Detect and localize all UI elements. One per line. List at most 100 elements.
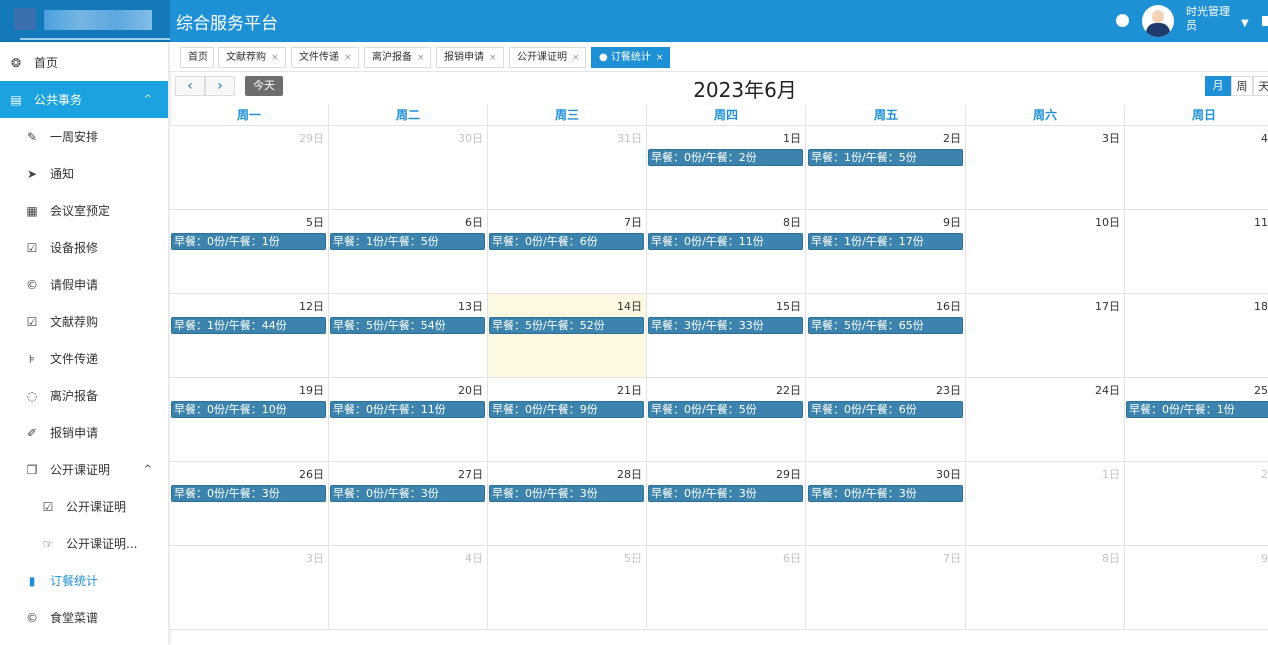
view-month-button[interactable]: 月 [1205, 76, 1231, 96]
sidebar-item-10[interactable]: ✐ 报销申请 [0, 414, 168, 451]
meal-order-event[interactable]: 早餐：0份/午餐：10份 [171, 401, 326, 418]
sidebar-item-2[interactable]: ✎ 一周安排 [0, 118, 168, 155]
close-tab-icon[interactable]: × [656, 53, 664, 63]
day-cell[interactable]: 8日 [966, 546, 1125, 630]
day-cell[interactable]: 4日 [1125, 126, 1268, 210]
day-cell[interactable]: 5日 早餐：0份/午餐：1份 [170, 210, 329, 294]
sidebar-item-0[interactable]: ❂ 首页 [0, 44, 168, 81]
sidebar-item-12[interactable]: ☑ 公开课证明 [0, 488, 168, 525]
day-cell[interactable]: 15日 早餐：3份/午餐：33份 [647, 294, 806, 378]
meal-order-event[interactable]: 早餐：0份/午餐：6份 [808, 401, 963, 418]
day-cell[interactable]: 24日 [966, 378, 1125, 462]
meal-order-event[interactable]: 早餐：0份/午餐：3份 [648, 485, 803, 502]
tab-5[interactable]: 公开课证明 × [509, 47, 586, 68]
tab-3[interactable]: 离沪报备 × [364, 47, 431, 68]
day-cell[interactable]: 6日 早餐：1份/午餐：5份 [329, 210, 488, 294]
sidebar-item-8[interactable]: ⊧ 文件传递 [0, 340, 168, 377]
day-cell[interactable]: 7日 早餐：0份/午餐：6份 [488, 210, 647, 294]
close-tab-icon[interactable]: × [489, 53, 497, 63]
day-cell[interactable]: 18日 [1125, 294, 1268, 378]
tab-6[interactable]: ● 订餐统计 × [591, 47, 670, 68]
day-cell[interactable]: 29日 [170, 126, 329, 210]
meal-order-event[interactable]: 早餐：5份/午餐：52份 [489, 317, 644, 334]
day-cell[interactable]: 11日 [1125, 210, 1268, 294]
sidebar-item-9[interactable]: ◌ 离沪报备 [0, 377, 168, 414]
day-cell[interactable]: 2日 早餐：1份/午餐：5份 [807, 126, 966, 210]
tab-4[interactable]: 报销申请 × [436, 47, 504, 68]
sidebar-item-5[interactable]: ☑ 设备报修 [0, 229, 168, 266]
sidebar-item-1[interactable]: ▤ 公共事务 ^ [0, 81, 168, 118]
day-cell[interactable]: 30日 [329, 126, 488, 210]
sidebar-item-7[interactable]: ☑ 文献荐购 [0, 303, 168, 340]
day-cell[interactable]: 4日 [329, 546, 488, 630]
meal-order-event[interactable]: 早餐：0份/午餐：2份 [648, 149, 803, 166]
meal-order-event[interactable]: 早餐：0份/午餐：9份 [489, 401, 644, 418]
day-cell[interactable]: 3日 [170, 546, 329, 630]
meal-order-event[interactable]: 早餐：0份/午餐：5份 [648, 401, 803, 418]
prev-month-button[interactable]: ‹ [175, 76, 205, 96]
day-cell[interactable]: 6日 [647, 546, 806, 630]
sidebar-item-3[interactable]: ➤ 通知 [0, 155, 168, 192]
sidebar-item-14[interactable]: ▮ 订餐统计 [0, 562, 168, 599]
logo-area[interactable] [0, 0, 170, 42]
meal-order-event[interactable]: 早餐：0份/午餐：1份 [171, 233, 326, 250]
tab-1[interactable]: 文献荐购 × [218, 47, 286, 68]
day-cell[interactable]: 10日 [966, 210, 1125, 294]
day-cell-today[interactable]: 14日 早餐：5份/午餐：52份 [488, 294, 647, 378]
day-cell[interactable]: 9日 [1125, 546, 1268, 630]
day-cell[interactable]: 30日 早餐：0份/午餐：3份 [807, 462, 966, 546]
sidebar-item-4[interactable]: ▦ 会议室预定 [0, 192, 168, 229]
meal-order-event[interactable]: 早餐：0份/午餐：1份 [1126, 401, 1268, 418]
meal-order-event[interactable]: 早餐：5份/午餐：54份 [330, 317, 485, 334]
day-cell[interactable]: 17日 [966, 294, 1125, 378]
day-cell[interactable]: 28日 早餐：0份/午餐：3份 [488, 462, 647, 546]
today-button[interactable]: 今天 [245, 76, 283, 96]
day-cell[interactable]: 20日 早餐：0份/午餐：11份 [329, 378, 488, 462]
meal-order-event[interactable]: 早餐：0份/午餐：3份 [808, 485, 963, 502]
day-cell[interactable]: 31日 [488, 126, 647, 210]
day-cell[interactable]: 25日早餐：0份/午餐：1份 [1125, 378, 1268, 462]
day-cell[interactable]: 23日 早餐：0份/午餐：6份 [807, 378, 966, 462]
day-cell[interactable]: 16日 早餐：5份/午餐：65份 [807, 294, 966, 378]
day-cell[interactable]: 5日 [488, 546, 647, 630]
meal-order-event[interactable]: 早餐：1份/午餐：5份 [808, 149, 963, 166]
meal-order-event[interactable]: 早餐：0份/午餐：3份 [330, 485, 485, 502]
meal-order-event[interactable]: 早餐：0份/午餐：3份 [489, 485, 644, 502]
next-month-button[interactable]: › [205, 76, 235, 96]
day-cell[interactable]: 9日 早餐：1份/午餐：17份 [807, 210, 966, 294]
meal-order-event[interactable]: 早餐：0份/午餐：6份 [489, 233, 644, 250]
meal-order-event[interactable]: 早餐：3份/午餐：33份 [648, 317, 803, 334]
avatar[interactable] [1142, 5, 1174, 37]
meal-order-event[interactable]: 早餐：1份/午餐：5份 [330, 233, 485, 250]
meal-order-event[interactable]: 早餐：1份/午餐：44份 [171, 317, 326, 334]
view-day-button[interactable]: 天 [1253, 76, 1268, 96]
tab-0[interactable]: 首页 [180, 47, 214, 68]
day-cell[interactable]: 21日 早餐：0份/午餐：9份 [488, 378, 647, 462]
meal-order-event[interactable]: 早餐：0份/午餐：3份 [171, 485, 326, 502]
close-tab-icon[interactable]: × [572, 53, 580, 63]
day-cell[interactable]: 19日 早餐：0份/午餐：10份 [170, 378, 329, 462]
day-cell[interactable]: 2日 [1125, 462, 1268, 546]
meal-order-event[interactable]: 早餐：0份/午餐：11份 [648, 233, 803, 250]
close-tab-icon[interactable]: × [344, 53, 352, 63]
day-cell[interactable]: 29日 早餐：0份/午餐：3份 [647, 462, 806, 546]
day-cell[interactable]: 8日 早餐：0份/午餐：11份 [647, 210, 806, 294]
day-cell[interactable]: 12日 早餐：1份/午餐：44份 [170, 294, 329, 378]
day-cell[interactable]: 1日 早餐：0份/午餐：2份 [647, 126, 806, 210]
tab-2[interactable]: 文件传递 × [291, 47, 359, 68]
sidebar-item-6[interactable]: © 请假申请 [0, 266, 168, 303]
caret-down-icon[interactable]: ▼ [1241, 18, 1249, 29]
view-week-button[interactable]: 周 [1231, 76, 1253, 96]
close-tab-icon[interactable]: × [417, 53, 425, 63]
day-cell[interactable]: 22日 早餐：0份/午餐：5份 [647, 378, 806, 462]
day-cell[interactable]: 13日 早餐：5份/午餐：54份 [329, 294, 488, 378]
day-cell[interactable]: 7日 [807, 546, 966, 630]
notification-dot-icon[interactable] [1116, 14, 1129, 27]
day-cell[interactable]: 1日 [966, 462, 1125, 546]
sidebar-item-15[interactable]: © 食堂菜谱 [0, 599, 168, 636]
sidebar-item-13[interactable]: ☞ 公开课证明... [0, 525, 168, 562]
sidebar-item-11[interactable]: ❐ 公开课证明 ^ [0, 451, 168, 488]
user-name[interactable]: 时光管理员 [1186, 5, 1238, 33]
day-cell[interactable]: 3日 [966, 126, 1125, 210]
day-cell[interactable]: 26日 早餐：0份/午餐：3份 [170, 462, 329, 546]
